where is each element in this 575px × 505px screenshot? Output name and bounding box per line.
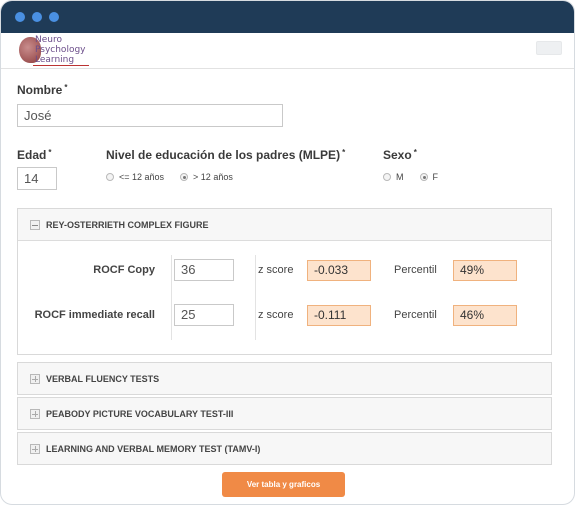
radio-icon[interactable]	[106, 173, 114, 181]
sexo-radio-group: M F	[383, 172, 454, 182]
collapse-icon[interactable]	[30, 219, 40, 230]
radio-checked-icon[interactable]	[419, 173, 428, 181]
panel-peabody: PEABODY PICTURE VOCABULARY TEST-III	[17, 397, 552, 430]
title-bar	[1, 1, 574, 33]
rocf-copy-percentil-label: Percentil	[394, 264, 437, 276]
rocf-copy-input[interactable]: 36	[174, 259, 234, 281]
rocf-copy-label: ROCF Copy	[93, 264, 155, 276]
menu-icon[interactable]	[536, 41, 562, 55]
radio-checked-icon[interactable]	[180, 173, 189, 181]
column-divider	[171, 255, 172, 340]
sexo-option-m[interactable]: M	[383, 172, 404, 182]
ver-tabla-button[interactable]: Ver tabla y graficos	[222, 472, 345, 497]
panel-rocf: REY-OSTERRIETH COMPLEX FIGURE ROCF Copy …	[17, 208, 552, 355]
rocf-recall-z-label: z score	[258, 309, 294, 321]
window-dot-2[interactable]	[32, 12, 42, 22]
logo-underline	[33, 65, 89, 66]
rocf-recall-input[interactable]: 25	[174, 304, 234, 326]
panel-rocf-body: ROCF Copy 36 z score -0.033 Percentil 49…	[18, 240, 551, 353]
mlpe-option-gt12[interactable]: > 12 años	[180, 172, 233, 182]
expand-icon[interactable]	[30, 443, 40, 454]
brand-logo[interactable]: Neuro Psychology Learning	[19, 35, 91, 67]
column-divider	[255, 255, 256, 340]
rocf-recall-label: ROCF immediate recall	[34, 309, 155, 321]
expand-icon[interactable]	[30, 408, 40, 419]
mlpe-radio-group: <= 12 años > 12 años	[106, 172, 249, 182]
panel-verbal-fluency: VERBAL FLUENCY TESTS	[17, 362, 552, 395]
rocf-copy-percentil-value: 49%	[453, 260, 517, 281]
rocf-recall-z-value: -0.111	[307, 305, 371, 326]
app-header: Neuro Psychology Learning	[1, 33, 574, 69]
nombre-input[interactable]: José	[17, 104, 283, 127]
panel-rocf-header[interactable]: REY-OSTERRIETH COMPLEX FIGURE	[18, 209, 551, 240]
window-dot-1[interactable]	[15, 12, 25, 22]
rocf-recall-percentil-label: Percentil	[394, 309, 437, 321]
radio-icon[interactable]	[383, 173, 391, 181]
edad-input[interactable]: 14	[17, 167, 57, 190]
rocf-recall-percentil-value: 46%	[453, 305, 517, 326]
logo-text: Neuro Psychology Learning	[35, 35, 86, 65]
rocf-copy-z-value: -0.033	[307, 260, 371, 281]
window-dot-3[interactable]	[49, 12, 59, 22]
sexo-label: Sexo *	[383, 148, 417, 162]
edad-label: Edad *	[17, 148, 52, 162]
mlpe-label: Nivel de educación de los padres (MLPE) *	[106, 148, 346, 162]
mlpe-option-le12[interactable]: <= 12 años	[106, 172, 164, 182]
panel-tamv-header[interactable]: LEARNING AND VERBAL MEMORY TEST (TAMV-I)	[18, 433, 551, 464]
app-window: Neuro Psychology Learning Nombre * José E…	[0, 0, 575, 505]
sexo-option-f[interactable]: F	[419, 172, 438, 182]
panel-verbal-fluency-header[interactable]: VERBAL FLUENCY TESTS	[18, 363, 551, 394]
panel-peabody-header[interactable]: PEABODY PICTURE VOCABULARY TEST-III	[18, 398, 551, 429]
panel-tamv: LEARNING AND VERBAL MEMORY TEST (TAMV-I)	[17, 432, 552, 465]
rocf-copy-z-label: z score	[258, 264, 294, 276]
nombre-label: Nombre *	[17, 83, 68, 97]
expand-icon[interactable]	[30, 373, 40, 384]
